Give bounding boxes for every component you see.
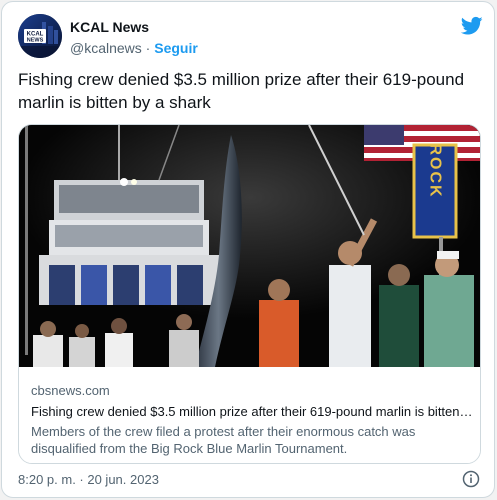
- avatar[interactable]: KCAL NEWS: [18, 14, 62, 58]
- author-name[interactable]: KCAL News: [70, 19, 149, 35]
- author-handle[interactable]: @kcalnews: [70, 40, 142, 56]
- twitter-bird-icon[interactable]: [461, 16, 483, 36]
- follow-button[interactable]: Seguir: [154, 40, 198, 56]
- card-image[interactable]: ROCK: [19, 125, 480, 367]
- avatar-logo: KCAL NEWS: [18, 14, 62, 58]
- tweet-embed: KCAL NEWS KCAL News @kcalnews · Seguir F…: [1, 1, 495, 498]
- info-icon[interactable]: [462, 470, 480, 488]
- handle-separator: ·: [141, 40, 155, 56]
- card-description: Members of the crew filed a protest afte…: [31, 424, 416, 456]
- link-card[interactable]: ROCK cbsnews.com Fishing crew denied $3.…: [18, 124, 481, 464]
- card-title: Fishing crew denied $3.5 million prize a…: [31, 404, 473, 419]
- tweet-text: Fishing crew denied $3.5 million prize a…: [18, 70, 465, 112]
- rock-sign-text: ROCK: [427, 143, 444, 198]
- svg-text:NEWS: NEWS: [27, 38, 44, 44]
- tweet-timestamp[interactable]: 8:20 p. m. · 20 jun. 2023: [18, 472, 159, 487]
- card-domain: cbsnews.com: [31, 383, 110, 398]
- card-text-area[interactable]: cbsnews.com Fishing crew denied $3.5 mil…: [19, 367, 480, 463]
- author-handle-row: @kcalnews · Seguir: [70, 40, 198, 56]
